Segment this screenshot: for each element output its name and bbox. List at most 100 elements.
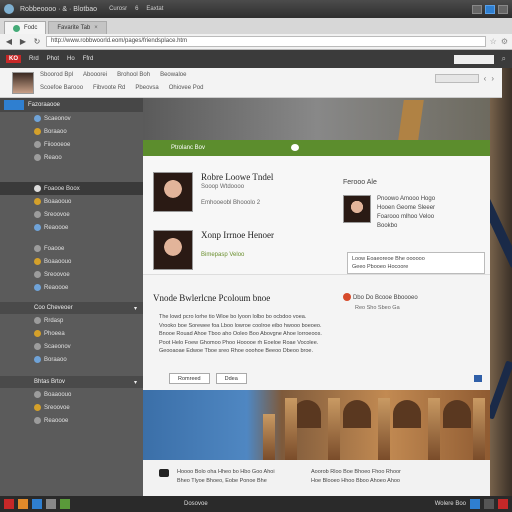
sidebar-item[interactable]: Phoeea xyxy=(0,327,143,340)
subnav-link[interactable]: Fibvoote Rd xyxy=(93,85,125,91)
menu-item[interactable]: Curosr xyxy=(109,6,127,12)
subnav-link[interactable]: Beowaloe xyxy=(160,72,186,78)
menu-item[interactable]: 6 xyxy=(135,6,138,12)
subnav-link[interactable]: Sboorod Bpl xyxy=(40,72,73,78)
header-link[interactable]: Phot xyxy=(47,56,59,62)
article-body: The lowd pcro lorhe tio Wloe bo lyoon lo… xyxy=(159,313,334,356)
friend-detail: Pnoowo Amooo Hogo xyxy=(377,196,436,202)
subnav-link[interactable]: Brohool Boh xyxy=(117,72,150,78)
subnav-link[interactable]: Scoefoe Barooo xyxy=(40,85,83,91)
taskbar-label[interactable]: Wolere Boo xyxy=(435,501,466,507)
notice-line: Loow Eoaeoreoe Bhe oooooo xyxy=(352,256,425,262)
sidebar-item[interactable]: Boraaoo xyxy=(0,125,143,138)
chevron-icon[interactable]: › xyxy=(491,74,494,83)
taskbar-tray-icon[interactable] xyxy=(470,499,480,509)
friend-name[interactable]: Ferooo Ale xyxy=(343,178,435,187)
taskbar: Dosovoe Wolere Boo xyxy=(0,496,512,512)
comment-icon[interactable] xyxy=(291,144,299,151)
person-entry[interactable]: Robre Loowe Tndel Sooop Wtdoooo Emhooeob… xyxy=(153,172,273,212)
tab-favorite[interactable]: Favarite Tab × xyxy=(48,21,107,34)
hero-image xyxy=(143,98,490,154)
circle-icon xyxy=(34,330,41,337)
chevron-icon[interactable]: ‹ xyxy=(484,74,487,83)
photo-column xyxy=(378,398,390,460)
sidebar-item[interactable]: Boaaoouo xyxy=(0,195,143,208)
person-photo[interactable] xyxy=(153,230,193,270)
share-button[interactable]: Ddea xyxy=(215,373,247,384)
header-link[interactable]: Rrd xyxy=(29,56,39,62)
menu-item[interactable]: Eaxtat xyxy=(146,6,163,12)
forward-icon[interactable]: ▶ xyxy=(18,37,28,47)
circle-icon xyxy=(34,128,41,135)
sidebar-item[interactable]: Sreoovoe xyxy=(0,268,143,281)
article-line: Bnooe Rouad Ahoe Tboo aho Ooleo Boo Abov… xyxy=(159,331,322,337)
bookmark-star-icon[interactable]: ☆ xyxy=(490,37,497,46)
sidebar-item[interactable]: Fiioooeoe xyxy=(0,138,143,151)
camera-icon[interactable] xyxy=(159,469,169,477)
sidebar-item[interactable]: Boaaoouo xyxy=(0,388,143,401)
sidebar-item[interactable]: Reaoo xyxy=(0,151,143,164)
taskbar-label[interactable]: Dosovoe xyxy=(184,501,208,507)
taskbar-app-icon[interactable] xyxy=(46,499,56,509)
sidebar-item[interactable]: Rrdasp xyxy=(0,314,143,327)
sidebar-item-selected[interactable]: Foaooe Boox xyxy=(0,182,143,195)
friend-photo[interactable] xyxy=(343,195,371,223)
subnav-link[interactable]: Abooorei xyxy=(83,72,107,78)
article-line: The lowd pcro lorhe tio Wloe bo lyoon lo… xyxy=(159,314,307,320)
person-entry[interactable]: Xonp Irrnoe Henoer Bimepasp Veloo xyxy=(153,230,274,270)
photo-caption: Hoooo Bolo oha Hheo bo Hbo Goo Ahoi Bheo… xyxy=(143,460,490,496)
side-note-title[interactable]: Dbo Do Bcooe Bboooeo xyxy=(353,295,418,301)
sidebar-item[interactable]: Scaeonov xyxy=(0,112,143,125)
reload-icon[interactable]: ↻ xyxy=(32,37,42,47)
header-link[interactable]: Ffrd xyxy=(83,56,94,62)
person-name[interactable]: Xonp Irrnoe Henoer xyxy=(201,230,274,240)
sidebar-item[interactable]: Sreoovoe xyxy=(0,208,143,221)
circle-icon xyxy=(34,115,41,122)
person-meta: Bimepasp Veloo xyxy=(201,252,245,258)
sidebar-item[interactable]: Sreoovoe xyxy=(0,401,143,414)
header-link[interactable]: Ho xyxy=(67,56,75,62)
person-photo[interactable] xyxy=(153,172,193,212)
taskbar-tray-icon[interactable] xyxy=(498,499,508,509)
expand-icon[interactable] xyxy=(474,375,482,382)
start-button[interactable] xyxy=(4,499,14,509)
person-name[interactable]: Robre Loowe Tndel xyxy=(201,172,273,182)
minimize-button[interactable] xyxy=(472,4,482,14)
subnav-link[interactable]: Ohiovee Pod xyxy=(169,85,204,91)
subnav-tools: ‹ › xyxy=(434,74,494,83)
close-icon[interactable]: × xyxy=(94,25,98,31)
settings-icon[interactable]: ⚙ xyxy=(501,37,508,46)
tab-active[interactable]: Fodc xyxy=(4,21,47,34)
chevron-down-icon[interactable]: ▾ xyxy=(134,305,137,312)
taskbar-app-icon[interactable] xyxy=(18,499,28,509)
subnav-search-input[interactable] xyxy=(434,74,479,83)
sidebar-item[interactable]: Foaooe xyxy=(0,242,143,255)
taskbar-app-icon[interactable] xyxy=(60,499,70,509)
read-more-button[interactable]: Romreed xyxy=(169,373,210,384)
sidebar-item[interactable]: Scaeonov xyxy=(0,340,143,353)
sidebar-item[interactable]: Boraaoo xyxy=(0,353,143,366)
profile-avatar[interactable] xyxy=(12,72,34,94)
caption-line: Bheo Tlyoe Bhoeo, Eobe Ponoe Bhe xyxy=(177,478,267,484)
sidebar-item[interactable]: Boaaoouo xyxy=(0,255,143,268)
site-logo[interactable]: KO xyxy=(6,55,21,63)
circle-icon xyxy=(34,224,41,231)
maximize-button[interactable] xyxy=(485,4,495,14)
circle-icon xyxy=(34,141,41,148)
sidebar-item[interactable]: Reaoooe xyxy=(0,221,143,234)
article-title[interactable]: Vnode Bwlerlcne Pcoloum bnoe xyxy=(153,293,270,303)
person-meta: Sooop Wtdoooo xyxy=(201,184,245,190)
subnav-link[interactable]: Pbeovsa xyxy=(135,85,158,91)
photo-column xyxy=(328,398,340,460)
chevron-down-icon[interactable]: ▾ xyxy=(134,379,137,386)
search-icon[interactable]: ⌕ xyxy=(502,54,506,64)
close-button[interactable] xyxy=(498,4,508,14)
url-input[interactable]: http://www.robbwoorld.eom/pages/friendsp… xyxy=(46,36,486,47)
sidebar-item[interactable]: Reaoooe xyxy=(0,414,143,427)
sidebar-item[interactable]: Reaoooe xyxy=(0,281,143,294)
notice-line: Geeo Pbooeo Hocoore xyxy=(352,264,409,270)
site-search-input[interactable] xyxy=(453,54,494,64)
taskbar-app-icon[interactable] xyxy=(32,499,42,509)
taskbar-tray-icon[interactable] xyxy=(484,499,494,509)
back-icon[interactable]: ◀ xyxy=(4,37,14,47)
